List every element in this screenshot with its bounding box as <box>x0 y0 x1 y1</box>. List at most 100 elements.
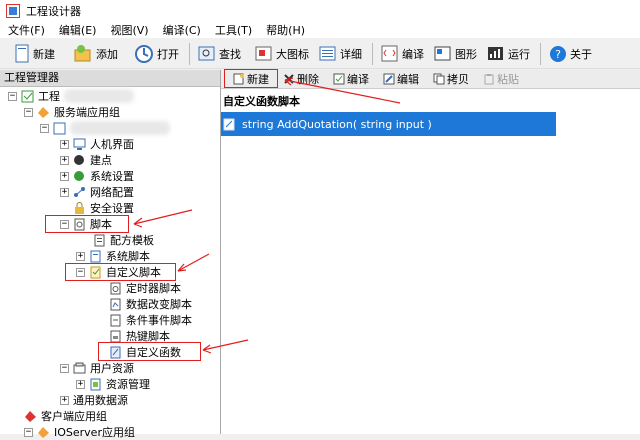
tree-item-condition-script[interactable]: 条件事件脚本 <box>109 312 192 328</box>
edit-button[interactable]: 编辑 <box>379 71 423 87</box>
compile-button[interactable]: 编译 <box>377 42 428 66</box>
new-icon <box>15 44 29 63</box>
main-toolbar: 新建 添加 打开 查找 大图标 详细 编译 图形 运行 ? 关于 <box>0 40 640 69</box>
collapse-icon[interactable]: − <box>8 91 17 101</box>
expand-icon[interactable]: + <box>60 155 69 165</box>
tree-item-ioserver-group[interactable]: − IOServer应用组 <box>24 424 135 440</box>
section-title: 自定义函数脚本 <box>223 95 300 108</box>
expand-icon[interactable]: + <box>60 187 69 197</box>
tree-item-hmi[interactable]: + 人机界面 <box>60 136 134 152</box>
svg-text:?: ? <box>555 48 561 61</box>
menu-compile[interactable]: 编译(C) <box>163 22 201 38</box>
annotation-box-custom-function <box>98 342 201 361</box>
app-icon <box>6 4 20 18</box>
expand-icon[interactable]: + <box>76 379 85 389</box>
tree-item-points[interactable]: + 建点 <box>60 152 112 168</box>
content-pane: 新建 删除 编译 编辑 拷贝 粘贴 自定义函数脚本 string AddQuot… <box>221 69 640 434</box>
annotation-box-scripts <box>45 215 129 233</box>
menu-help[interactable]: 帮助(H) <box>266 22 305 38</box>
find-icon <box>198 46 215 61</box>
menu-file[interactable]: 文件(F) <box>8 22 45 38</box>
compile-script-button[interactable]: 编译 <box>329 71 373 87</box>
toolbar-separator <box>372 43 373 65</box>
delete-button[interactable]: 删除 <box>279 71 323 87</box>
tree-item-server[interactable]: − <box>40 120 170 136</box>
find-button[interactable]: 查找 <box>194 42 245 66</box>
detail-icon <box>319 46 336 61</box>
menu-tools[interactable]: 工具(T) <box>215 22 252 38</box>
menu-view[interactable]: 视图(V) <box>110 22 148 38</box>
collapse-icon[interactable]: − <box>24 427 33 437</box>
tree-item-client-group[interactable]: 客户端应用组 <box>24 408 107 424</box>
lock-icon <box>75 201 84 214</box>
expand-icon[interactable]: + <box>76 251 85 261</box>
resource-icon <box>90 378 101 390</box>
menu-bar: 文件(F) 编辑(E) 视图(V) 编译(C) 工具(T) 帮助(H) <box>0 22 640 38</box>
edit-icon <box>383 73 395 85</box>
paste-button[interactable]: 粘贴 <box>479 71 523 87</box>
compile-icon <box>381 45 398 62</box>
expand-icon[interactable]: + <box>60 171 69 181</box>
large-icon <box>255 46 272 61</box>
redacted-name <box>70 121 170 135</box>
points-icon <box>74 154 84 165</box>
script-icon <box>90 250 101 262</box>
tree-item-system-script[interactable]: + 系统脚本 <box>76 248 150 264</box>
tree-item-system-settings[interactable]: + 系统设置 <box>60 168 134 184</box>
graphics-icon <box>434 46 451 61</box>
delete-icon <box>284 74 294 84</box>
script-toolbar: 新建 删除 编译 编辑 拷贝 粘贴 <box>221 70 640 89</box>
annotation-box-new <box>224 69 278 88</box>
network-icon <box>74 186 85 197</box>
client-group-icon <box>25 410 36 422</box>
project-manager-pane: 工程管理器 − 工程 − 服务端应用组 − + 人机界面 + 建点 + 系统设置… <box>0 70 221 439</box>
settings-icon <box>74 170 84 181</box>
new-button[interactable]: 新建 <box>10 42 59 66</box>
condition-icon <box>110 314 121 326</box>
user-resources-icon <box>73 362 86 373</box>
open-icon <box>135 45 153 63</box>
copy-icon <box>433 73 445 85</box>
expand-icon[interactable]: + <box>60 139 69 149</box>
server-icon <box>53 122 66 134</box>
tree-item-recipe-template[interactable]: 配方模板 <box>93 232 154 248</box>
collapse-icon[interactable]: − <box>24 107 33 117</box>
paste-icon <box>484 74 494 85</box>
title-bar: 工程设计器 <box>0 0 640 22</box>
hotkey-icon <box>110 330 121 342</box>
tree-item-resource-manager[interactable]: + 资源管理 <box>76 376 150 392</box>
tree-item-security[interactable]: 安全设置 <box>73 200 134 216</box>
collapse-icon[interactable]: − <box>40 123 49 133</box>
open-button[interactable]: 打开 <box>130 42 183 66</box>
tree-item-timer-script[interactable]: 定时器脚本 <box>109 280 181 296</box>
large-icon-button[interactable]: 大图标 <box>251 42 313 66</box>
graphics-button[interactable]: 图形 <box>430 42 481 66</box>
annotation-box-custom-script <box>65 263 176 281</box>
server-group-icon <box>38 106 49 118</box>
tree-item-user-resources[interactable]: − 用户资源 <box>60 360 134 376</box>
timer-script-icon <box>110 282 121 294</box>
copy-button[interactable]: 拷贝 <box>429 71 473 87</box>
compile-icon <box>333 73 345 85</box>
tree-item-common-datasource[interactable]: + 通用数据源 <box>60 392 128 408</box>
about-button[interactable]: ? 关于 <box>545 42 596 66</box>
window-title: 工程设计器 <box>26 5 81 18</box>
detail-button[interactable]: 详细 <box>315 42 366 66</box>
redacted-name <box>64 89 134 103</box>
data-change-icon <box>110 298 121 310</box>
toolbar-separator <box>540 43 541 65</box>
tree-item-server-group[interactable]: − 服务端应用组 <box>24 104 120 120</box>
toolbar-separator <box>189 43 190 65</box>
run-button[interactable]: 运行 <box>483 42 534 66</box>
menu-edit[interactable]: 编辑(E) <box>59 22 97 38</box>
ioserver-group-icon <box>38 426 49 438</box>
add-button[interactable]: 添加 <box>69 42 122 66</box>
expand-icon[interactable]: + <box>60 395 69 405</box>
collapse-icon[interactable]: − <box>60 363 69 373</box>
tree-item-network[interactable]: + 网络配置 <box>60 184 134 200</box>
tree-item-data-change-script[interactable]: 数据改变脚本 <box>109 296 192 312</box>
function-icon <box>223 118 235 130</box>
project-icon <box>21 90 34 102</box>
tree-item-root[interactable]: − 工程 <box>8 88 134 104</box>
function-list-item[interactable]: string AddQuotation( string input ) <box>221 112 556 136</box>
